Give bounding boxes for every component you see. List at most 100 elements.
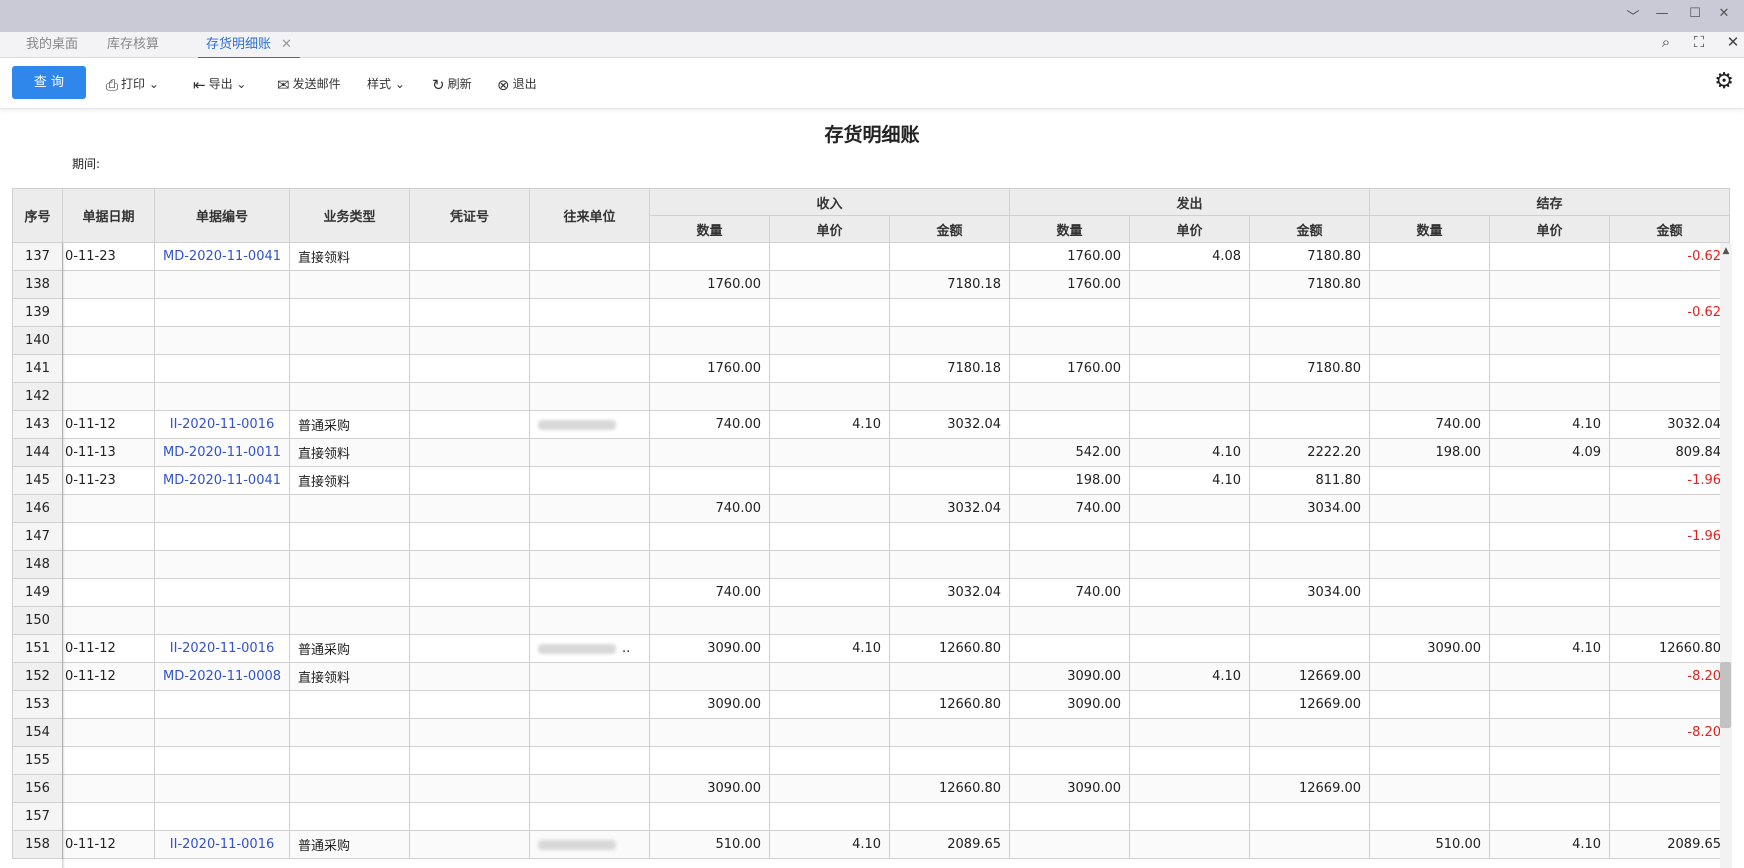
row-bill-no — [153, 270, 291, 299]
col-out-qty[interactable]: 数量 — [1009, 215, 1131, 243]
row-out-price: 4.10 — [1129, 438, 1251, 467]
row-bill-no[interactable]: MD-2020-11-0011 — [153, 438, 291, 467]
row-bill-no[interactable]: MD-2020-11-0008 — [153, 662, 291, 691]
col-balance-qty[interactable]: 数量 — [1369, 215, 1491, 243]
tab-inventory-detail-ledger[interactable]: 存货明细账 ✕ — [198, 35, 300, 59]
window-close-button[interactable]: ✕ — [1713, 6, 1735, 21]
table-row[interactable]: 155 — [12, 746, 1731, 775]
table-row[interactable]: 151 0-11-12 II-2020-11-0016 普通采购.. 3090.00 4.… — [12, 634, 1731, 663]
row-date — [62, 718, 155, 747]
send-mail-button[interactable]: ✉ 发送邮件 — [277, 75, 341, 94]
row-out-amount: 7180.80 — [1249, 270, 1371, 299]
table-row[interactable]: 156 3090.00 12660.80 3090.00 12669.00 — [12, 774, 1731, 803]
col-out-price[interactable]: 单价 — [1129, 215, 1251, 243]
print-label: 打印 — [121, 77, 146, 91]
table-row[interactable]: 144 0-11-13 MD-2020-11-0011 直接领料 542.00 4.10 2… — [12, 438, 1731, 467]
row-out-qty: 3090.00 — [1009, 662, 1131, 691]
row-date — [62, 354, 155, 383]
table-row[interactable]: 140 — [12, 326, 1731, 355]
exit-button[interactable]: ⊗ 退出 — [497, 75, 537, 94]
col-in-amount[interactable]: 金额 — [889, 215, 1011, 243]
table-row[interactable]: 157 — [12, 802, 1731, 831]
col-balance-price[interactable]: 单价 — [1489, 215, 1611, 243]
search-icon[interactable]: ⌕ — [1655, 33, 1677, 51]
row-biz-type — [289, 774, 411, 803]
row-biz-type — [289, 718, 411, 747]
chevron-down-icon[interactable]: ﹀ — [1622, 6, 1644, 25]
row-in-amount — [889, 522, 1011, 551]
row-bill-no[interactable]: II-2020-11-0016 — [153, 634, 291, 663]
col-in-price[interactable]: 单价 — [769, 215, 891, 243]
tab-close-icon[interactable]: ✕ — [281, 37, 292, 52]
col-voucher[interactable]: 凭证号 — [409, 188, 531, 243]
col-biz-type[interactable]: 业务类型 — [289, 188, 411, 243]
style-button[interactable]: 样式 ⌄ — [367, 75, 405, 92]
table-row[interactable]: 137 0-11-23 MD-2020-11-0041 直接领料 1760.00 4.08… — [12, 242, 1731, 271]
fullscreen-icon[interactable]: ⛶ — [1688, 33, 1710, 51]
table-row[interactable]: 145 0-11-23 MD-2020-11-0041 直接领料 198.00 4.10 8… — [12, 466, 1731, 495]
table-row[interactable]: 138 1760.00 7180.18 1760.00 7180.80 — [12, 270, 1731, 299]
tab-my-desktop[interactable]: 我的桌面 — [26, 35, 78, 57]
tab-inventory-accounting[interactable]: 库存核算 — [107, 35, 159, 57]
row-seq: 157 — [12, 802, 63, 831]
row-partner — [529, 466, 651, 495]
vertical-scrollbar[interactable] — [1720, 243, 1732, 868]
row-balance-amount — [1609, 326, 1731, 355]
col-partner[interactable]: 往来单位 — [529, 188, 651, 243]
refresh-button[interactable]: ↻ 刷新 — [432, 75, 472, 94]
row-bill-no[interactable]: MD-2020-11-0041 — [153, 466, 291, 495]
table-row[interactable]: 147 -1.96 — [12, 522, 1731, 551]
row-in-price — [769, 298, 891, 327]
row-balance-price — [1489, 522, 1611, 551]
query-button[interactable]: 查 询 — [12, 66, 86, 99]
row-out-qty — [1009, 410, 1131, 439]
row-in-price: 4.10 — [769, 410, 891, 439]
table-row[interactable]: 153 3090.00 12660.80 3090.00 12669.00 — [12, 690, 1731, 719]
row-out-qty: 3090.00 — [1009, 774, 1131, 803]
col-in-qty[interactable]: 数量 — [649, 215, 771, 243]
row-out-amount — [1249, 522, 1371, 551]
table-row[interactable]: 152 0-11-12 MD-2020-11-0008 直接领料 3090.00 4.10… — [12, 662, 1731, 691]
row-out-price — [1129, 690, 1251, 719]
col-date[interactable]: 单据日期 — [62, 188, 155, 243]
row-in-amount — [889, 326, 1011, 355]
row-bill-no[interactable]: MD-2020-11-0041 — [153, 242, 291, 271]
col-bill-no[interactable]: 单据编号 — [153, 188, 291, 243]
table-row[interactable]: 143 0-11-12 II-2020-11-0016 普通采购 740.00 4.10 3… — [12, 410, 1731, 439]
table-row[interactable]: 154 -8.20 — [12, 718, 1731, 747]
row-biz-type — [289, 494, 411, 523]
table-row[interactable]: 158 0-11-12 II-2020-11-0016 普通采购 510.00 4.10 2… — [12, 830, 1731, 859]
col-balance-amount[interactable]: 金额 — [1609, 215, 1731, 243]
tab-label: 存货明细账 — [206, 37, 272, 52]
table-row[interactable]: 146 740.00 3032.04 740.00 3034.00 — [12, 494, 1731, 523]
row-bill-no[interactable]: II-2020-11-0016 — [153, 410, 291, 439]
table-row[interactable]: 149 740.00 3032.04 740.00 3034.00 — [12, 578, 1731, 607]
row-seq: 138 — [12, 270, 63, 299]
table-row[interactable]: 150 — [12, 606, 1731, 635]
row-bill-no[interactable]: II-2020-11-0016 — [153, 830, 291, 859]
export-button[interactable]: ⇤ 导出 ⌄ — [193, 75, 246, 94]
col-seq[interactable]: 序号 — [12, 188, 63, 243]
row-voucher — [409, 326, 531, 355]
row-date: 0-11-12 — [62, 410, 155, 439]
maximize-button[interactable]: ☐ — [1684, 6, 1706, 21]
table-row[interactable]: 148 — [12, 550, 1731, 579]
col-out-amount[interactable]: 金额 — [1249, 215, 1371, 243]
print-button[interactable]: ⎙ 打印 ⌄ — [106, 75, 159, 94]
row-balance-amount — [1609, 550, 1731, 579]
row-in-price — [769, 522, 891, 551]
row-partner — [529, 830, 651, 859]
table-row[interactable]: 141 1760.00 7180.18 1760.00 7180.80 — [12, 354, 1731, 383]
row-out-price — [1129, 634, 1251, 663]
table-row[interactable]: 142 — [12, 382, 1731, 411]
gear-icon[interactable]: ⚙ — [1714, 69, 1734, 94]
row-in-amount: 12660.80 — [889, 634, 1011, 663]
row-partner — [529, 550, 651, 579]
row-in-amount: 7180.18 — [889, 270, 1011, 299]
minimize-button[interactable]: — — [1651, 6, 1673, 21]
scroll-up-arrow-icon[interactable]: ▲ — [1720, 246, 1732, 256]
table-row[interactable]: 139 -0.62 — [12, 298, 1731, 327]
scrollbar-thumb[interactable] — [1720, 662, 1731, 728]
row-out-amount: 3034.00 — [1249, 578, 1371, 607]
close-icon[interactable]: ✕ — [1722, 33, 1744, 51]
